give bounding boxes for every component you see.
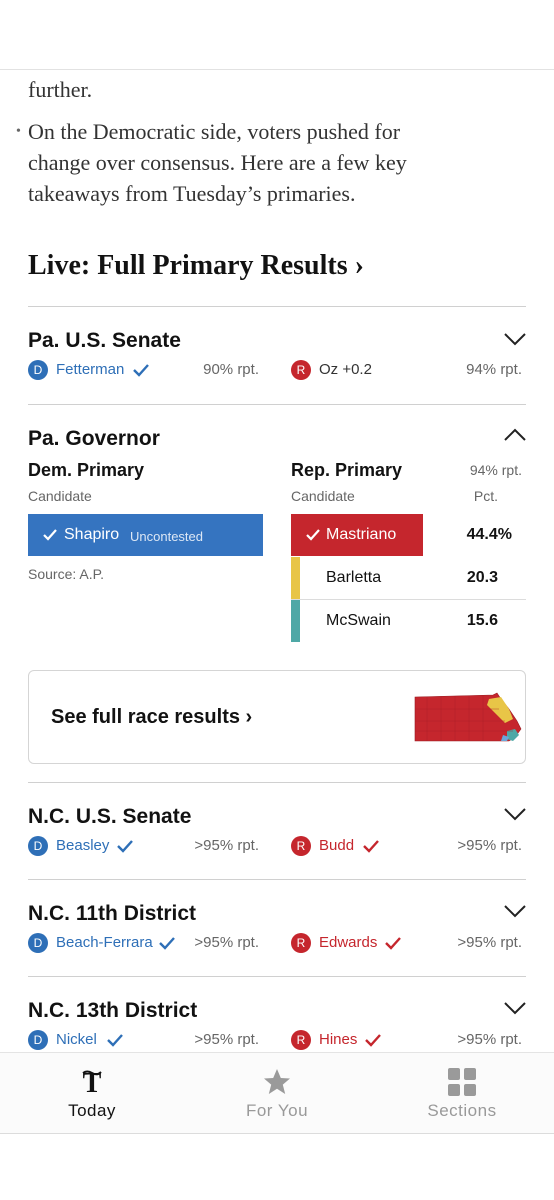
full-results-link[interactable]: See full race results › bbox=[51, 706, 252, 729]
dem-candidate: Beasley bbox=[56, 837, 110, 854]
rep-reporting: 94% rpt. bbox=[466, 361, 522, 378]
dem-winner-name: Shapiro bbox=[64, 526, 120, 543]
chevron-down-icon[interactable] bbox=[503, 995, 527, 1019]
rep-candidate-row: McSwain 15.6 bbox=[291, 600, 526, 642]
rep-candidate-row: Barletta 20.3 bbox=[291, 557, 526, 600]
dem-badge: D bbox=[28, 933, 48, 953]
tab-label: For You bbox=[245, 1101, 309, 1120]
rep-badge: R bbox=[291, 933, 311, 953]
pct-col-label: Pct. bbox=[473, 488, 498, 504]
rep-candidate-row: Mastriano 44.4% bbox=[291, 514, 526, 556]
divider bbox=[28, 879, 526, 880]
tab-today[interactable]: T Today bbox=[0, 1053, 184, 1135]
divider bbox=[28, 306, 526, 307]
check-icon bbox=[365, 1034, 381, 1047]
candidate-row: D Beasley >95% rpt. R Budd >95% rpt. bbox=[28, 835, 526, 857]
rep-reporting: >95% rpt. bbox=[457, 837, 522, 854]
rep-candidate-pct: 20.3 bbox=[466, 569, 498, 586]
article-line-1: On the Democratic side, voters pushed fo… bbox=[28, 119, 401, 144]
candidate-row: D Fetterman 90% rpt. R Oz +0.2 94% rpt. bbox=[28, 359, 526, 381]
color-swatch bbox=[291, 557, 300, 599]
sections-grid-icon bbox=[448, 1068, 476, 1096]
check-icon bbox=[107, 1034, 123, 1047]
race-title: N.C. 11th District bbox=[28, 902, 197, 925]
source-note: Source: A.P. bbox=[28, 566, 105, 582]
bullet-marker: • bbox=[16, 124, 21, 139]
dem-badge: D bbox=[28, 1030, 48, 1050]
tab-label: Sections bbox=[427, 1101, 497, 1120]
rep-reporting: >95% rpt. bbox=[457, 1031, 522, 1048]
race-title: N.C. 13th District bbox=[28, 999, 198, 1022]
dem-candidate: Beach-Ferrara bbox=[56, 934, 153, 951]
rep-badge: R bbox=[291, 360, 311, 380]
rep-candidate-col-label: Candidate bbox=[291, 488, 355, 504]
live-results-link[interactable]: Live: Full Primary Results › bbox=[28, 250, 364, 282]
dem-candidate: Nickel bbox=[56, 1031, 97, 1048]
divider bbox=[28, 404, 526, 405]
rep-candidate-name: Barletta bbox=[326, 569, 382, 586]
rep-candidate: Hines bbox=[319, 1031, 358, 1048]
dem-reporting: >95% rpt. bbox=[194, 837, 259, 854]
rep-reporting: 94% rpt. bbox=[469, 462, 522, 478]
color-swatch bbox=[291, 600, 300, 642]
pennsylvania-map-icon bbox=[414, 692, 522, 742]
check-icon bbox=[117, 840, 133, 853]
dem-reporting: >95% rpt. bbox=[194, 1031, 259, 1048]
rep-candidate-name: Mastriano bbox=[326, 526, 397, 543]
check-icon bbox=[306, 529, 320, 541]
candidate-row: D Nickel >95% rpt. R Hines >95% rpt. bbox=[28, 1029, 526, 1051]
rep-candidate: Budd bbox=[319, 837, 355, 854]
rep-candidate: Edwards bbox=[319, 934, 378, 951]
divider bbox=[28, 782, 526, 783]
race-title: N.C. U.S. Senate bbox=[28, 805, 192, 828]
nyt-logo-icon: T bbox=[82, 1068, 102, 1097]
article-line-2: change over consensus. Here are a few ke… bbox=[28, 150, 407, 175]
top-status-bar bbox=[0, 0, 554, 70]
rep-badge: R bbox=[291, 836, 311, 856]
star-icon bbox=[264, 1069, 290, 1094]
race-title: Pa. U.S. Senate bbox=[28, 329, 181, 352]
dem-winner-bar: Shapiro Uncontested bbox=[28, 514, 263, 556]
chevron-up-icon[interactable] bbox=[503, 423, 527, 447]
check-icon bbox=[385, 937, 401, 950]
rep-candidate-pct: 44.4% bbox=[466, 526, 512, 543]
chevron-down-icon[interactable] bbox=[503, 326, 527, 350]
article-line-3: takeaways from Tuesday’s primaries. bbox=[28, 181, 356, 206]
dem-candidate-col-label: Candidate bbox=[28, 488, 92, 504]
race-title: Pa. Governor bbox=[28, 427, 160, 450]
check-icon bbox=[43, 529, 57, 541]
rep-candidate: Oz +0.2 bbox=[319, 361, 372, 378]
uncontested-label: Uncontested bbox=[130, 529, 203, 544]
chevron-down-icon[interactable] bbox=[503, 801, 527, 825]
check-icon bbox=[159, 937, 175, 950]
divider bbox=[28, 976, 526, 977]
dem-reporting: >95% rpt. bbox=[194, 934, 259, 951]
full-results-card[interactable]: See full race results › bbox=[28, 670, 526, 764]
rep-candidate-name: McSwain bbox=[326, 612, 391, 629]
chevron-down-icon[interactable] bbox=[503, 898, 527, 922]
check-icon bbox=[133, 364, 149, 377]
dem-badge: D bbox=[28, 360, 48, 380]
dem-reporting: 90% rpt. bbox=[203, 361, 259, 378]
rep-primary-heading: Rep. Primary bbox=[291, 460, 403, 480]
dem-primary-heading: Dem. Primary bbox=[28, 460, 145, 480]
rep-badge: R bbox=[291, 1030, 311, 1050]
tab-for-you[interactable]: For You bbox=[185, 1053, 369, 1135]
tab-label: Today bbox=[68, 1101, 116, 1120]
dem-badge: D bbox=[28, 836, 48, 856]
dem-candidate: Fetterman bbox=[56, 361, 125, 378]
tab-sections[interactable]: Sections bbox=[370, 1053, 554, 1135]
article-fragment: further. bbox=[28, 77, 93, 102]
rep-candidate-pct: 15.6 bbox=[466, 612, 498, 629]
rep-reporting: >95% rpt. bbox=[457, 934, 522, 951]
candidate-row: D Beach-Ferrara >95% rpt. R Edwards >95%… bbox=[28, 932, 526, 954]
check-icon bbox=[363, 840, 379, 853]
bottom-tab-bar: T Today For You Sections bbox=[0, 1052, 554, 1134]
